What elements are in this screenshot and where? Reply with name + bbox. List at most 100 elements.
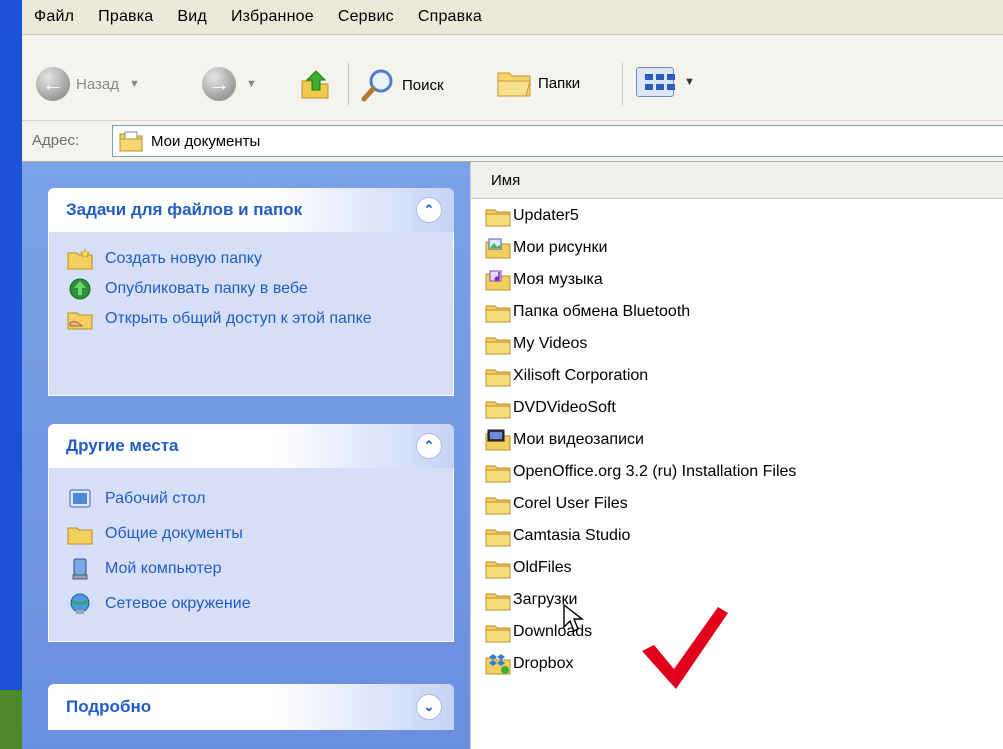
details-panel: Подробно ⌄ [48,684,454,730]
file-row[interactable]: OpenOffice.org 3.2 (ru) Installation Fil… [485,456,796,488]
file-row[interactable]: Мои рисунки [485,232,796,264]
file-row[interactable]: Updater5 [485,200,796,232]
task-new-folder[interactable]: Создать новую папку [49,244,453,274]
chevron-down-icon[interactable]: ▼ [684,76,695,88]
menu-tools[interactable]: Сервис [326,0,406,26]
up-folder-icon [301,70,329,99]
place-shared-documents[interactable]: Общие документы [49,519,453,554]
panel-title: Другие места [66,436,179,455]
menu-favorites[interactable]: Избранное [219,0,326,26]
column-header-name[interactable]: Имя [471,162,1003,199]
place-my-computer[interactable]: Мой компьютер [49,554,453,589]
panel-header[interactable]: Задачи для файлов и папок ⌃ [48,188,454,232]
address-label: Адрес: [32,132,80,149]
panel-title: Подробно [66,697,152,716]
dropbox-folder-icon [485,654,511,675]
file-name: Dropbox [513,655,574,672]
expand-icon[interactable]: ⌄ [416,694,442,720]
file-row[interactable]: Мои видеозаписи [485,424,796,456]
file-row[interactable]: My Videos [485,328,796,360]
place-network[interactable]: Сетевое окружение [49,589,453,619]
file-row[interactable]: Xilisoft Corporation [485,360,796,392]
chevron-down-icon[interactable]: ▼ [129,78,140,90]
address-value: Мои документы [151,132,261,150]
place-label: Мой компьютер [105,560,222,577]
place-desktop[interactable]: Рабочий стол [49,484,453,519]
address-field[interactable]: Мои документы [112,125,1003,157]
checkmark-icon [642,607,728,689]
search-button[interactable]: Поиск [360,67,444,103]
column-name-label: Имя [491,171,521,189]
new-folder-icon [67,248,93,270]
menu-help[interactable]: Справка [406,0,494,26]
folder-icon [485,497,511,515]
folder-icon [67,527,93,545]
other-places-panel: Другие места ⌃ Рабочий стол Общие докуме… [48,424,454,642]
folder-icon [485,209,511,227]
file-name: My Videos [513,335,588,352]
menu-file[interactable]: Файл [22,0,86,26]
menu-edit[interactable]: Правка [86,0,165,26]
place-label: Рабочий стол [105,490,206,507]
back-button[interactable]: ← Назад ▼ [36,67,140,101]
forward-arrow-icon: → [202,67,236,101]
file-name: Camtasia Studio [513,527,631,544]
folders-button[interactable]: Папки [496,67,580,99]
share-folder-icon [67,312,93,330]
task-share-folder[interactable]: Открыть общий доступ к этой папке [49,304,453,334]
toolbar: ← Назад ▼ → ▼ Поиск Папки ▼ [22,35,1003,121]
publish-web-icon [69,278,91,300]
computer-icon [72,558,88,580]
task-pane: Задачи для файлов и папок ⌃ Создать нову… [22,162,470,749]
file-name: Xilisoft Corporation [513,367,649,384]
collapse-icon[interactable]: ⌃ [416,197,442,223]
place-label: Сетевое окружение [105,595,251,612]
video-folder-icon [485,429,511,451]
toolbar-separator [622,63,623,105]
network-icon [70,593,90,614]
panel-body: Создать новую папку Опубликовать папку в… [48,232,454,396]
file-row[interactable]: Моя музыка [485,264,796,296]
task-label: Опубликовать папку в вебе [105,280,308,297]
folder-icon [485,401,511,419]
my-documents-icon [119,131,143,152]
file-row[interactable]: Папка обмена Bluetooth [485,296,796,328]
folder-icon [485,337,511,355]
file-row[interactable]: DVDVideoSoft [485,392,796,424]
music-folder-icon [485,270,511,291]
file-name: Мои видеозаписи [513,431,644,448]
toolbar-separator [348,63,349,105]
menu-view[interactable]: Вид [165,0,219,26]
views-button[interactable]: ▼ [636,67,695,97]
folder-icon [485,561,511,579]
mouse-cursor-icon [563,603,584,632]
file-name: OpenOffice.org 3.2 (ru) Installation Fil… [513,463,797,480]
menu-bar: Файл Правка Вид Избранное Сервис Справка [22,0,1003,35]
collapse-icon[interactable]: ⌃ [416,433,442,459]
folder-icon [485,305,511,323]
folder-icon [485,529,511,547]
place-label: Общие документы [105,525,243,542]
file-row[interactable]: Corel User Files [485,488,796,520]
up-folder-button[interactable] [298,67,332,101]
folders-label: Папки [538,74,581,92]
back-arrow-icon: ← [36,67,70,101]
search-label: Поиск [402,76,444,94]
file-row[interactable]: OldFiles [485,552,796,584]
task-publish-web[interactable]: Опубликовать папку в вебе [49,274,453,304]
file-name: Папка обмена Bluetooth [513,303,691,320]
task-label: Создать новую папку [105,250,262,267]
chevron-down-icon[interactable]: ▼ [246,78,257,90]
file-row[interactable]: Camtasia Studio [485,520,796,552]
folder-icon [485,369,511,387]
forward-button[interactable]: → ▼ [202,67,257,101]
folder-icon [485,465,511,483]
panel-header[interactable]: Другие места ⌃ [48,424,454,468]
views-icon [636,67,675,97]
search-icon [361,69,393,102]
panel-title: Задачи для файлов и папок [66,200,303,219]
folder-icon [485,593,511,611]
pictures-folder-icon [485,238,511,259]
panel-header[interactable]: Подробно ⌄ [48,684,454,730]
file-folder-tasks-panel: Задачи для файлов и папок ⌃ Создать нову… [48,188,454,396]
